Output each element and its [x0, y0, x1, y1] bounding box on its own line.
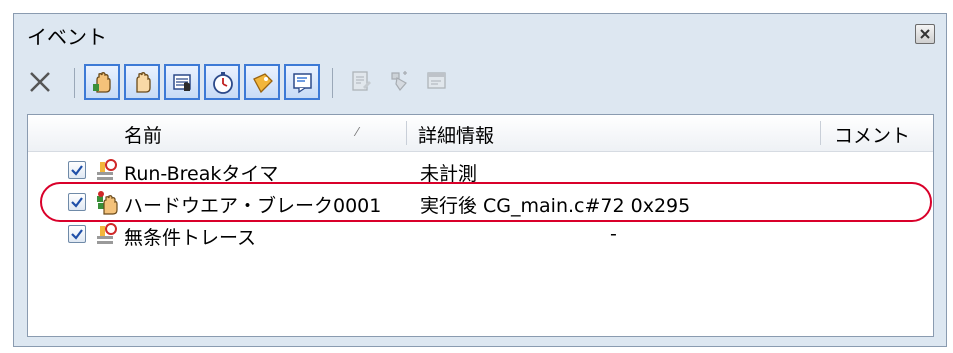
timer-event-icon	[97, 159, 117, 180]
trace-event-icon	[97, 223, 117, 244]
sort-indicator-icon: ⁄	[356, 125, 359, 139]
close-icon	[920, 29, 930, 39]
toolbar	[14, 60, 946, 106]
coverage-icon	[253, 73, 273, 94]
display-icon	[293, 73, 312, 94]
properties-button[interactable]	[420, 64, 456, 100]
show-trace-button[interactable]	[164, 64, 200, 100]
column-header-comment[interactable]: コメント	[834, 121, 910, 148]
set-action-icon	[391, 71, 407, 91]
edit-condition-icon	[352, 71, 371, 91]
close-button[interactable]	[915, 24, 935, 44]
timer-icon	[213, 72, 233, 94]
set-action-button[interactable]	[382, 64, 418, 100]
highlight-annotation	[40, 182, 932, 222]
column-header-name[interactable]: 名前	[124, 121, 162, 148]
panel-title: イベント	[27, 25, 107, 49]
delete-icon	[30, 72, 50, 92]
event-list: 名前 ⁄ 詳細情報 コメント Run-Breakタイマ 未計測 ハードウエア・ブ…	[27, 114, 934, 337]
toolbar-separator	[332, 68, 333, 98]
column-header-detail[interactable]: 詳細情報	[418, 121, 494, 148]
table-row[interactable]: 無条件トレース -	[28, 221, 933, 251]
panel-titlebar: イベント	[14, 14, 946, 54]
delete-button[interactable]	[22, 64, 58, 100]
check-icon	[71, 165, 83, 176]
row-enable-checkbox[interactable]	[68, 225, 86, 243]
event-panel: イベント 名前 ⁄ 詳細情報 コメント Run-Breakタイマ 未計測 ハード…	[13, 13, 947, 347]
edit-condition-button[interactable]	[344, 64, 380, 100]
event-name: 無条件トレース	[124, 227, 257, 249]
column-divider[interactable]	[406, 121, 407, 145]
row-enable-checkbox[interactable]	[68, 161, 86, 179]
show-software-break-button[interactable]	[124, 64, 160, 100]
show-display-button[interactable]	[284, 64, 320, 100]
list-header: 名前 ⁄ 詳細情報 コメント	[28, 115, 933, 152]
properties-icon	[427, 72, 446, 89]
show-timer-button[interactable]	[204, 64, 240, 100]
hardware-break-icon	[93, 72, 111, 93]
event-detail: -	[610, 223, 617, 245]
show-coverage-button[interactable]	[244, 64, 280, 100]
check-icon	[71, 229, 83, 240]
column-divider[interactable]	[820, 121, 821, 145]
software-break-icon	[136, 72, 151, 93]
toolbar-separator	[74, 68, 75, 98]
show-hardware-break-button[interactable]	[84, 64, 120, 100]
trace-icon	[173, 74, 191, 91]
